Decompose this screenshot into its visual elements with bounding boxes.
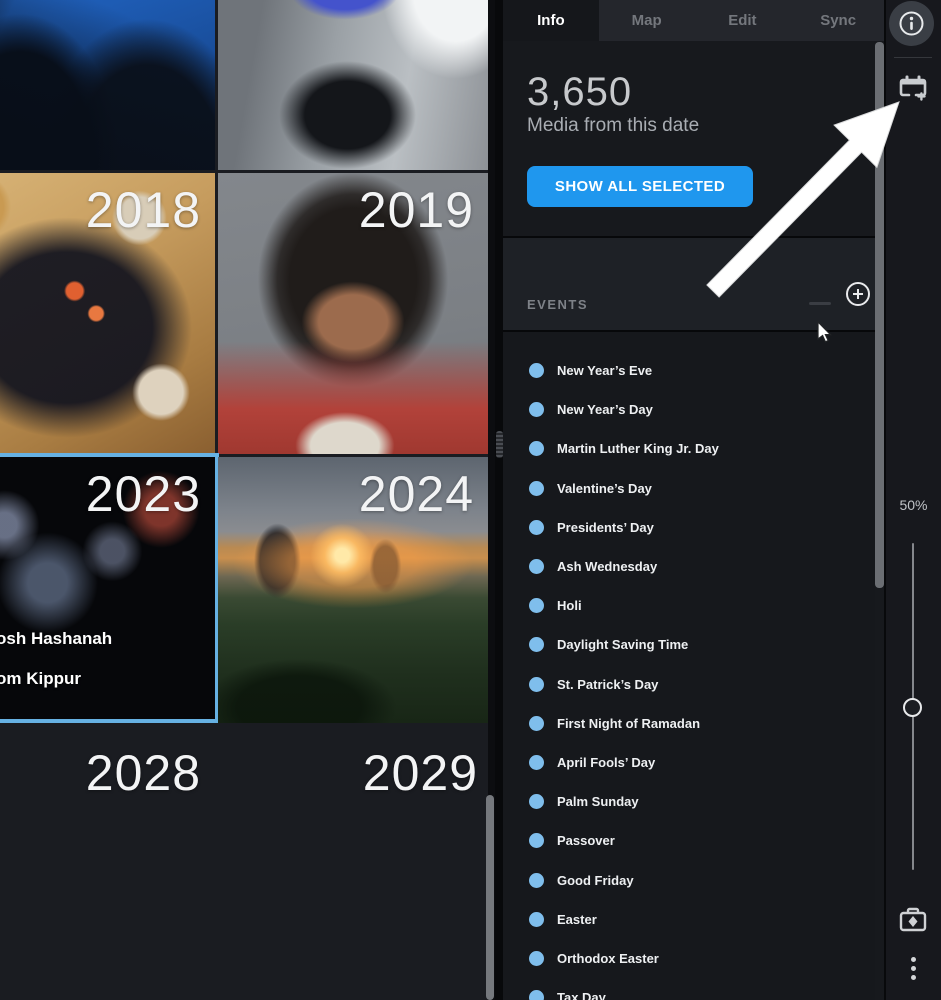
collapse-dash-icon: [809, 302, 831, 305]
event-item[interactable]: Orthodox Easter: [503, 939, 875, 978]
media-summary: 3,650 Media from this date SHOW ALL SELE…: [503, 41, 886, 236]
tab-map[interactable]: Map: [598, 0, 695, 41]
info-panel: Info Map Edit Sync 3,650 Media from this…: [503, 0, 886, 1000]
media-caption: Media from this date: [527, 115, 700, 136]
add-event-button plus-circle-icon[interactable]: [846, 282, 870, 306]
events-section-header: EVENTS: [503, 238, 886, 330]
event-item[interactable]: New Year’s Day: [503, 390, 875, 429]
zoom-level-label: 50%: [899, 497, 928, 513]
tab-sync[interactable]: Sync: [790, 0, 886, 41]
event-item[interactable]: April Fools’ Day: [503, 743, 875, 782]
panel-splitter-handle[interactable]: [496, 431, 503, 458]
event-dot-icon: [529, 441, 544, 457]
year-label: 2029: [362, 745, 478, 801]
year-label: 2024: [358, 466, 474, 522]
year-tile-2018[interactable]: 2018: [0, 173, 215, 454]
event-dot-icon: [529, 754, 544, 770]
event-item[interactable]: First Night of Ramadan: [503, 704, 875, 743]
event-dot-icon: [529, 676, 544, 692]
right-toolbar: 50%: [886, 0, 941, 1000]
year-tile-2019[interactable]: 2019: [218, 173, 488, 454]
year-tile-2024[interactable]: 2024: [218, 457, 488, 723]
year-tile-2029[interactable]: 2029: [218, 726, 488, 1000]
event-dot-icon: [529, 598, 544, 614]
year-label: 2018: [85, 182, 201, 238]
panel-scrollbar-thumb[interactable]: [875, 42, 884, 588]
event-dot-icon: [529, 559, 544, 575]
event-dot-icon: [529, 402, 544, 418]
events-list: New Year’s Eve New Year’s Day Martin Lut…: [503, 332, 875, 1000]
import-box-icon[interactable]: [897, 905, 929, 935]
media-count: 3,650: [527, 70, 633, 114]
event-item[interactable]: Valentine’s Day: [503, 469, 875, 508]
event-item[interactable]: Tax Day: [503, 978, 875, 1000]
divider: [894, 57, 932, 58]
year-tile-ski[interactable]: [218, 0, 488, 170]
event-overlay-yom-kippur: om Kippur: [0, 669, 81, 688]
calendar-add-icon[interactable]: [897, 72, 929, 104]
tab-edit[interactable]: Edit: [694, 0, 791, 41]
year-label: 2019: [358, 182, 474, 238]
grid-scrollbar-thumb[interactable]: [486, 795, 494, 1000]
event-item[interactable]: Holi: [503, 586, 875, 625]
event-dot-icon: [529, 950, 544, 966]
event-item[interactable]: Easter: [503, 900, 875, 939]
event-item[interactable]: Passover: [503, 821, 875, 860]
zoom-slider-handle[interactable]: [903, 698, 922, 717]
year-grid: 2018 2019 2023 osh Hashanah om Kippur 20…: [0, 0, 495, 1000]
events-header-label: EVENTS: [527, 297, 589, 312]
year-tile-concert[interactable]: [0, 0, 215, 170]
info-icon[interactable]: [889, 1, 934, 46]
event-dot-icon: [529, 794, 544, 810]
event-dot-icon: [529, 715, 544, 731]
event-overlay-rosh-hashanah: osh Hashanah: [0, 629, 113, 648]
event-item[interactable]: St. Patrick’s Day: [503, 665, 875, 704]
event-item[interactable]: Presidents’ Day: [503, 508, 875, 547]
event-dot-icon: [529, 519, 544, 535]
event-dot-icon: [529, 911, 544, 927]
event-dot-icon: [529, 833, 544, 849]
event-dot-icon: [529, 363, 544, 379]
event-dot-icon: [529, 480, 544, 496]
event-item[interactable]: Palm Sunday: [503, 782, 875, 821]
event-item[interactable]: New Year’s Eve: [503, 351, 875, 390]
event-dot-icon: [529, 637, 544, 653]
panel-tabbar: Info Map Edit Sync: [503, 0, 886, 41]
event-item[interactable]: Good Friday: [503, 860, 875, 899]
event-item[interactable]: Daylight Saving Time: [503, 625, 875, 664]
kebab-menu-icon[interactable]: [886, 957, 941, 980]
show-all-selected-button[interactable]: SHOW ALL SELECTED: [527, 166, 753, 207]
event-item[interactable]: Ash Wednesday: [503, 547, 875, 586]
event-item[interactable]: Martin Luther King Jr. Day: [503, 429, 875, 468]
event-dot-icon: [529, 990, 544, 1000]
year-tile-2023-selected[interactable]: 2023 osh Hashanah om Kippur: [0, 453, 219, 723]
event-dot-icon: [529, 872, 544, 888]
year-label: 2023: [85, 466, 201, 522]
tab-info[interactable]: Info: [503, 0, 599, 41]
year-tile-2028[interactable]: 2028: [0, 726, 215, 1000]
year-label: 2028: [85, 745, 201, 801]
